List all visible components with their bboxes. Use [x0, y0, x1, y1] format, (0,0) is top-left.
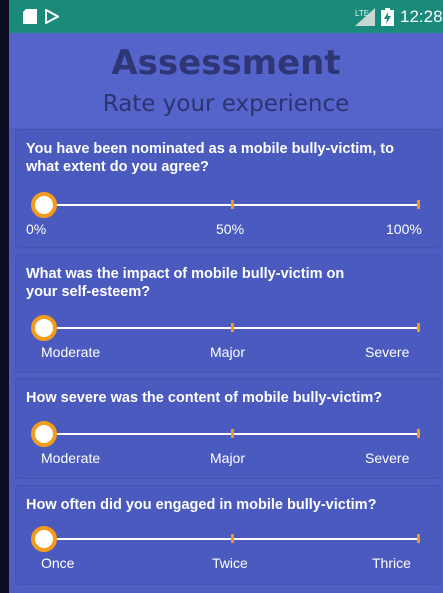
slider-tick-end [417, 429, 420, 438]
slider-tick-mid [231, 200, 234, 209]
screen-edge [0, 0, 9, 593]
scale-label-mid: 50% [216, 221, 245, 237]
slider-tick-end [417, 534, 420, 543]
question-card-4: How often did you engaged in mobile bull… [16, 486, 440, 584]
question-card-1: You have been nominated as a mobile bull… [16, 130, 440, 247]
scale-label-max: Severe [365, 450, 410, 466]
sd-card-icon [23, 9, 37, 24]
scale-label-min: Moderate [41, 344, 101, 360]
slider-tick-end [417, 200, 420, 209]
scale-label-max: Severe [365, 344, 410, 360]
network-type-label: LTE [355, 9, 370, 18]
scale-label-mid: Major [210, 450, 246, 466]
page-title: Assessment [111, 43, 341, 83]
scale-label-mid: Twice [212, 555, 248, 571]
scale-label-min: Moderate [41, 450, 101, 466]
slider-track[interactable] [44, 200, 420, 209]
scale-label-min: 0% [26, 221, 47, 237]
slider-tick-mid [231, 534, 234, 543]
play-store-icon [45, 9, 59, 24]
question-text: How severe was the content of mobile bul… [26, 390, 383, 406]
slider-thumb[interactable] [31, 421, 57, 447]
scale-label-max: 100% [386, 221, 422, 237]
scale-label-max: Thrice [372, 555, 411, 571]
header: Assessment Rate your experience [9, 33, 443, 128]
slider-tick-mid [231, 429, 234, 438]
slider-thumb[interactable] [31, 315, 57, 341]
slider-track[interactable] [44, 429, 420, 438]
question-text: What was the impact of mobile bully-vict… [26, 266, 345, 300]
question-card-3: How severe was the content of mobile bul… [16, 379, 440, 478]
slider-thumb[interactable] [31, 192, 57, 218]
scale-label-min: Once [41, 555, 75, 571]
battery-icon [381, 8, 394, 26]
question-text: How often did you engaged in mobile bull… [26, 497, 377, 513]
slider-tick-mid [231, 323, 234, 332]
question-card-2: What was the impact of mobile bully-vict… [16, 255, 440, 372]
slider-tick-end [417, 323, 420, 332]
question-text: You have been nominated as a mobile bull… [26, 141, 394, 175]
scale-label-mid: Major [210, 344, 246, 360]
status-time: 12:28 [400, 7, 443, 26]
status-bar: LTE 12:28 [9, 0, 443, 33]
slider-thumb[interactable] [31, 526, 57, 552]
slider-track[interactable] [44, 323, 420, 332]
page-subtitle: Rate your experience [102, 91, 350, 117]
slider-track[interactable] [44, 534, 420, 543]
